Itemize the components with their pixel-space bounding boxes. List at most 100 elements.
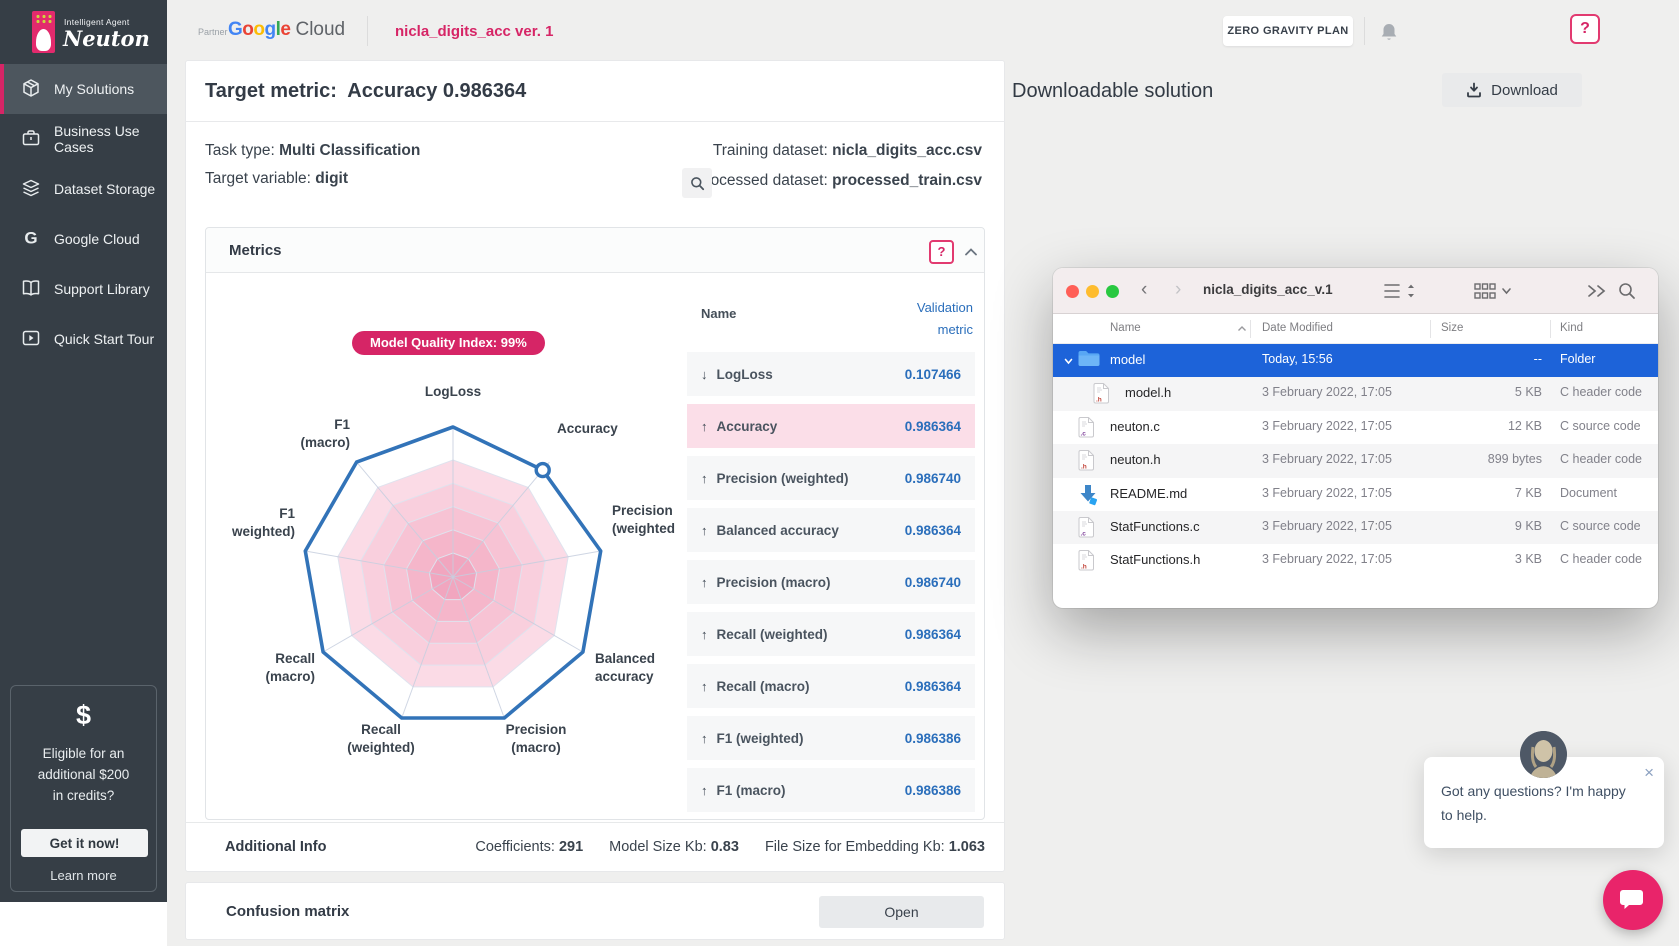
metric-row-recall-weighted-[interactable]: ↑Recall (weighted)0.986364: [687, 612, 975, 656]
finder-row-model[interactable]: modelToday, 15:56--Folder: [1053, 344, 1658, 377]
metrics-help-button[interactable]: ?: [929, 240, 954, 264]
close-window-button[interactable]: [1066, 285, 1079, 298]
app-root: Intelligent Agent Neuton My SolutionsBus…: [0, 0, 1679, 946]
forward-chevron-icon[interactable]: ›: [1175, 279, 1181, 301]
credits-promo-card: $ Eligible for an additional $200 in cre…: [10, 685, 157, 892]
sidebar-item-my-solutions[interactable]: My Solutions: [0, 64, 167, 114]
metric-row-accuracy[interactable]: ↑Accuracy0.986364: [687, 404, 975, 448]
column-divider: [1550, 320, 1551, 338]
finder-column-headers: Name Date Modified Size Kind: [1053, 314, 1658, 344]
column-header-kind[interactable]: Kind: [1560, 322, 1583, 334]
notifications-bell-icon[interactable]: [1378, 21, 1400, 43]
svg-text:Recall(macro): Recall(macro): [265, 651, 315, 684]
metric-row-precision-macro-[interactable]: ↑Precision (macro)0.986740: [687, 560, 975, 604]
metrics-panel-header: Metrics ?: [206, 228, 984, 273]
chat-close-icon[interactable]: ×: [1644, 763, 1654, 783]
layers-icon: [21, 178, 41, 201]
metrics-col-name: Name: [701, 306, 736, 321]
minimize-window-button[interactable]: [1086, 285, 1099, 298]
disclosure-chevron-icon[interactable]: [1063, 356, 1074, 367]
sidebar-item-quick-start-tour[interactable]: Quick Start Tour: [0, 314, 167, 364]
grid-view-icon[interactable]: [1473, 281, 1515, 306]
logo-brand: Neuton: [63, 26, 150, 51]
briefcase-icon: [21, 128, 41, 151]
training-dataset-line: Training dataset: nicla_digits_acc.csv: [713, 142, 982, 160]
dataset-search-button[interactable]: [682, 168, 712, 198]
finder-row-statfunctions-h[interactable]: .hStatFunctions.h3 February 2022, 17:053…: [1053, 544, 1658, 577]
get-credits-button[interactable]: Get it now!: [21, 829, 148, 857]
topbar-divider: [367, 16, 368, 46]
metric-row-recall-macro-[interactable]: ↑Recall (macro)0.986364: [687, 664, 975, 708]
plan-button[interactable]: ZERO GRAVITY PLAN: [1223, 16, 1353, 46]
svg-text:.c: .c: [1081, 531, 1087, 538]
more-toolbar-icon[interactable]: [1586, 281, 1610, 306]
metric-direction-icon: ↑: [701, 627, 708, 642]
finder-row-model-h[interactable]: .hmodel.h3 February 2022, 17:055 KBC hea…: [1053, 377, 1658, 410]
column-header-name[interactable]: Name: [1110, 322, 1141, 334]
svg-text:Accuracy: Accuracy: [557, 421, 618, 436]
target-metric-header: Target metric: Accuracy 0.986364: [185, 60, 1005, 122]
sidebar-item-business-use-cases[interactable]: Business Use Cases: [0, 114, 167, 164]
metric-direction-icon: ↑: [701, 731, 708, 746]
column-header-date[interactable]: Date Modified: [1262, 322, 1333, 334]
metric-row-f1-macro-[interactable]: ↑F1 (macro)0.986386: [687, 768, 975, 812]
sidebar-item-google-cloud[interactable]: GGoogle Cloud: [0, 214, 167, 264]
svg-text:Balancedaccuracy: Balancedaccuracy: [595, 651, 655, 684]
metric-direction-icon: ↑: [701, 523, 708, 538]
finder-row-neuton-c[interactable]: .cneuton.c3 February 2022, 17:0512 KBC s…: [1053, 411, 1658, 444]
radar-chart: LogLoss Accuracy Precision(weighted Balance…: [240, 330, 685, 805]
additional-info-row: Additional Info Coefficients: 291Model S…: [185, 822, 1005, 872]
column-header-size[interactable]: Size: [1441, 322, 1463, 334]
task-type-line: Task type: Multi Classification: [205, 142, 420, 160]
metric-row-precision-weighted-[interactable]: ↑Precision (weighted)0.986740: [687, 456, 975, 500]
open-confusion-matrix-button[interactable]: Open: [819, 896, 984, 928]
file-icon: [1077, 483, 1099, 509]
svg-text:.c: .c: [1081, 430, 1087, 437]
neuton-logo[interactable]: Intelligent Agent Neuton: [0, 0, 167, 62]
finder-row-statfunctions-c[interactable]: .cStatFunctions.c3 February 2022, 17:059…: [1053, 511, 1658, 544]
logo-head-icon: [36, 29, 51, 51]
metric-direction-icon: ↓: [701, 367, 708, 382]
finder-titlebar[interactable]: ‹ › nicla_digits_acc_v.1: [1053, 268, 1658, 314]
back-chevron-icon[interactable]: ‹: [1141, 279, 1147, 301]
target-variable-line: Target variable: digit: [205, 170, 348, 188]
metrics-col-validation[interactable]: Validation metric: [917, 297, 973, 341]
metric-row-balanced-accuracy[interactable]: ↑Balanced accuracy0.986364: [687, 508, 975, 552]
sort-caret-icon: [1237, 325, 1247, 333]
svg-text:Precision(weighted: Precision(weighted: [612, 503, 675, 536]
metric-direction-icon: ↑: [701, 575, 708, 590]
metrics-title: Metrics: [229, 242, 282, 259]
dollar-icon: $: [11, 700, 156, 731]
learn-more-link[interactable]: Learn more: [11, 868, 156, 883]
finder-row-readme-md[interactable]: README.md3 February 2022, 17:057 KBDocum…: [1053, 478, 1658, 511]
finder-search-icon[interactable]: [1617, 281, 1637, 306]
metric-row-f1-weighted-[interactable]: ↑F1 (weighted)0.986386: [687, 716, 975, 760]
metrics-table: Name Validation metric ↓LogLoss0.107466 ↑…: [687, 296, 975, 816]
svg-text:LogLoss: LogLoss: [425, 384, 481, 399]
zoom-window-button[interactable]: [1106, 285, 1119, 298]
download-button[interactable]: Download: [1442, 73, 1582, 107]
google-cloud-logo: GoogleCloud: [228, 19, 345, 41]
file-icon: .c: [1077, 416, 1096, 442]
additional-info-item: Model Size Kb: 0.83: [609, 839, 739, 855]
svg-text:G: G: [24, 228, 37, 247]
list-view-icon[interactable]: [1383, 281, 1419, 306]
partner-label: Partner: [198, 27, 228, 37]
finder-row-neuton-h[interactable]: .hneuton.h3 February 2022, 17:05899 byte…: [1053, 444, 1658, 477]
sidebar-item-support-library[interactable]: Support Library: [0, 264, 167, 314]
project-version-title: nicla_digits_acc ver. 1: [395, 23, 553, 40]
metric-row-logloss[interactable]: ↓LogLoss0.107466: [687, 352, 975, 396]
google-logo-letters: Google: [228, 19, 290, 40]
metric-direction-icon: ↑: [701, 679, 708, 694]
target-metric-title: Target metric: Accuracy 0.986364: [205, 80, 526, 103]
model-quality-badge: Model Quality Index: 99%: [352, 331, 545, 355]
help-button-top[interactable]: ?: [1570, 14, 1600, 44]
chat-avatar: [1520, 731, 1567, 778]
collapse-chevron-icon[interactable]: [963, 244, 979, 260]
sidebar-item-dataset-storage[interactable]: Dataset Storage: [0, 164, 167, 214]
confusion-matrix-card: Confusion matrix Open: [185, 882, 1005, 940]
chat-launcher-button[interactable]: [1603, 870, 1663, 930]
file-icon: .h: [1077, 549, 1096, 575]
confusion-matrix-title: Confusion matrix: [226, 903, 349, 920]
logo-dots-icon: [35, 14, 52, 25]
